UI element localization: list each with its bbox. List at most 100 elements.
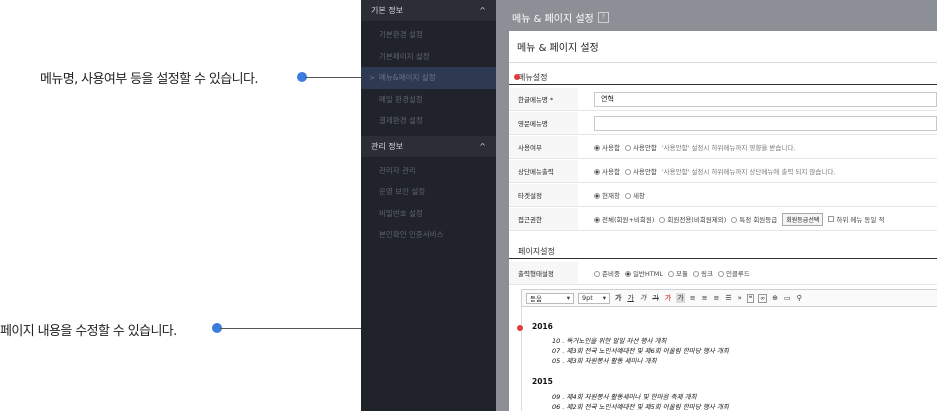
radio-icon (624, 193, 631, 199)
sidebar-item-payment-env[interactable]: 결제환경 설정 (361, 110, 496, 132)
checkbox-label: 하위 메뉴 동일 적 (836, 216, 885, 224)
sidebar-item-label: 기본페이지 설정 (379, 51, 430, 61)
radio-label: 준비중 (602, 270, 620, 278)
output-radio-link[interactable]: 링크 (692, 268, 713, 278)
radio-label: 새창 (632, 192, 645, 200)
radio-label: 특정 회원등급 (739, 216, 778, 224)
field-label: 접근권한 (509, 208, 578, 230)
same-submenu-checkbox[interactable]: 하위 메뉴 동일 적 (828, 214, 884, 224)
page-section-marker (517, 325, 523, 331)
search-icon[interactable]: ⚲ (796, 294, 803, 302)
access-radio-member[interactable]: 회원전용(비회원제외) (659, 214, 726, 224)
page-editor[interactable]: 2016 10 . 독거노인을 위한 알일 자선 행사 개최 07 . 제3회 … (521, 307, 937, 411)
field-value: 현재창 새창 (578, 190, 937, 200)
settings-panel: 메뉴 & 페이지 설정 메뉴설정 한글메뉴명 * 연혁 영문메뉴명 사용여부 사… (509, 31, 937, 411)
strike-button[interactable]: 가 (651, 293, 659, 303)
radio-label: 사용함 (602, 168, 620, 176)
sidebar-item-label: 결제환경 설정 (379, 116, 423, 126)
radio-label: 인클루드 (725, 270, 750, 278)
radio-label: 사용안함 (632, 168, 657, 176)
menu-section-marker (514, 74, 520, 80)
radio-icon (668, 271, 675, 277)
callout-menu-text: 메뉴명, 사용여부 등을 설정할 수 있습니다. (40, 72, 258, 87)
divider (509, 84, 937, 85)
use-radio-on[interactable]: 사용함 (594, 142, 620, 152)
history-year: 2015 (532, 377, 553, 386)
callout-menu: 메뉴명, 사용여부 등을 설정할 수 있습니다. (40, 68, 258, 87)
sidebar-group-label: 관리 정보 (371, 141, 403, 151)
sidebar-group-basic[interactable]: 기본 정보 ^ (361, 0, 496, 21)
align-center-icon[interactable]: ≡ (701, 294, 709, 302)
use-radio-off[interactable]: 사용안함 (624, 142, 657, 152)
chevron-down-icon: ▾ (602, 294, 606, 302)
help-icon[interactable]: ? (597, 12, 609, 23)
font-select[interactable]: 돋움 ▾ (526, 292, 574, 304)
bg-color-button[interactable]: 가 (676, 293, 685, 303)
font-color-button[interactable]: 가 (664, 293, 672, 303)
more-icon[interactable]: » (737, 294, 743, 302)
sidebar-item-basic-page[interactable]: 기본페이지 설정 (361, 46, 496, 68)
row-access: 접근권한 전체(회원+비회원) 회원전용(비회원제외) 특정 회원등급 회원등급… (509, 208, 937, 231)
top-radio-off[interactable]: 사용안함 (624, 166, 657, 176)
sidebar-item-label: 메뉴&페이지 설정 (379, 73, 436, 83)
grade-select-button[interactable]: 회원등급선택 (782, 212, 824, 226)
radio-label: 사용함 (602, 144, 620, 152)
sidebar-item-basic-env[interactable]: 기본환경 설정 (361, 24, 496, 46)
sidebar-item-admins[interactable]: 관리자 관리 (361, 160, 496, 182)
font-select-value: 돋움 (530, 295, 542, 303)
target-radio-new[interactable]: 새창 (624, 190, 645, 200)
eng-name-input[interactable] (594, 115, 937, 131)
radio-icon (692, 271, 699, 277)
radio-icon (624, 271, 631, 277)
link-icon[interactable]: ∞ (758, 293, 768, 303)
row-target: 타겟설정 현재창 새창 (509, 184, 937, 207)
sidebar-item-label: 비밀번호 설정 (379, 208, 423, 218)
menu-section-title: 메뉴설정 (518, 73, 548, 82)
output-radio-module[interactable]: 모듈 (668, 268, 688, 278)
italic-button[interactable]: 가 (639, 293, 647, 303)
kor-name-input[interactable]: 연혁 (594, 91, 937, 107)
align-right-icon[interactable]: ≡ (712, 294, 720, 302)
output-radio-ready[interactable]: 준비중 (594, 268, 620, 278)
radio-icon (717, 271, 724, 277)
sidebar-item-identity[interactable]: 본인확인 인증서비스 (361, 224, 496, 246)
access-radio-grade[interactable]: 특정 회원등급 (731, 214, 777, 224)
field-value (578, 115, 937, 131)
target-radio-current[interactable]: 현재창 (594, 190, 620, 200)
callout-page: 페이지 내용을 수정할 수 있습니다. (0, 320, 177, 339)
use-hint: '사용안함' 설정시 하위메뉴까지 영향을 받습니다. (661, 144, 796, 152)
field-label: 타겟설정 (509, 184, 578, 206)
field-value: 전체(회원+비회원) 회원전용(비회원제외) 특정 회원등급 회원등급선택 하위… (578, 212, 937, 226)
history-year: 2016 (532, 322, 553, 331)
output-radio-html[interactable]: 일반HTML (624, 268, 664, 278)
top-radio-on[interactable]: 사용함 (594, 166, 620, 176)
output-radio-include[interactable]: 인클루드 (717, 268, 750, 278)
admin-sidebar: 기본 정보 ^ 기본환경 설정 기본페이지 설정 > 메뉴&페이지 설정 메일 … (361, 0, 496, 411)
size-select[interactable]: 9pt ▾ (578, 292, 610, 304)
history-event: 07 . 제3회 전국 노인서예대전 및 제6회 어울림 한마당 행사 개최 (552, 347, 729, 355)
align-left-icon[interactable]: ≡ (689, 294, 697, 302)
table-icon[interactable]: ▭ (783, 294, 792, 302)
sidebar-group-manage[interactable]: 관리 정보 ^ (361, 135, 496, 157)
radio-icon (594, 193, 600, 199)
sidebar-item-mail-env[interactable]: 메일 환경설정 (361, 89, 496, 111)
list-icon[interactable]: ☰ (724, 294, 732, 302)
callout-page-text: 페이지 내용을 수정할 수 있습니다. (0, 324, 177, 339)
radio-icon (594, 169, 600, 175)
underline-button[interactable]: 가 (626, 293, 634, 303)
field-value: 준비중 일반HTML 모듈 링크 인클루드 (578, 268, 937, 278)
size-select-value: 9pt (582, 294, 593, 302)
history-event: 09 . 제4회 자원봉사 활동세미나 및 한마음 축제 개최 (552, 393, 697, 401)
radio-label: 일반HTML (632, 270, 664, 278)
row-eng-name: 영문메뉴명 (509, 112, 937, 135)
access-radio-all[interactable]: 전체(회원+비회원) (594, 214, 654, 224)
bold-button[interactable]: 가 (614, 293, 622, 303)
sidebar-item-security[interactable]: 운영 보안 설정 (361, 181, 496, 203)
sidebar-item-menu-page[interactable]: > 메뉴&페이지 설정 (361, 67, 496, 89)
sidebar-item-password[interactable]: 비밀번호 설정 (361, 203, 496, 225)
row-kor-name: 한글메뉴명 * 연혁 (509, 88, 937, 111)
arrow-right-icon: > (369, 73, 375, 82)
quote-icon[interactable]: ❝ (746, 293, 755, 303)
special-char-icon[interactable]: ⊕ (771, 294, 779, 302)
chevron-up-icon: ^ (479, 141, 486, 151)
